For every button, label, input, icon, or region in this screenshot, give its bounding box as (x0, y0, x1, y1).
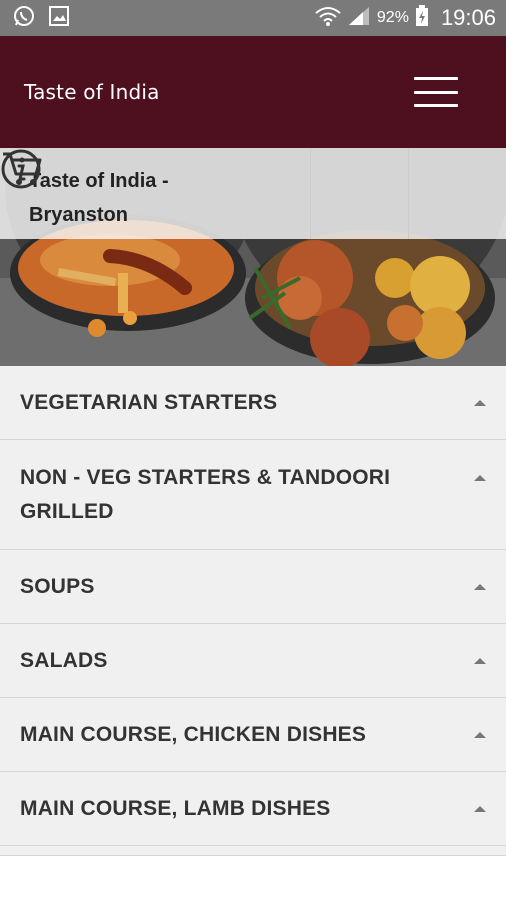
restaurant-name: Taste of India - Bryanston (0, 148, 310, 239)
hero-banner: Taste of India - Bryanston (0, 148, 506, 366)
category-vegetarian-starters[interactable]: VEGETARIAN STARTERS (0, 366, 506, 440)
category-label: SALADS (20, 648, 108, 672)
category-label: NON - VEG STARTERS & TANDOORI GRILLED (20, 465, 391, 523)
app-bar: Taste of India (0, 36, 506, 148)
category-label: MAIN COURSE, LAMB DISHES (20, 796, 331, 820)
category-salads[interactable]: SALADS (0, 624, 506, 698)
category-non-veg-starters[interactable]: NON - VEG STARTERS & TANDOORI GRILLED (0, 440, 506, 550)
wifi-icon (315, 5, 341, 32)
hamburger-menu-button[interactable] (414, 77, 458, 107)
category-label: MAIN COURSE, CHICKEN DISHES (20, 722, 367, 746)
collapse-arrow-icon (474, 399, 486, 406)
category-list: VEGETARIAN STARTERS NON - VEG STARTERS &… (0, 366, 506, 856)
signal-icon (347, 5, 371, 32)
cart-button[interactable] (3, 148, 506, 239)
category-main-course-chicken[interactable]: MAIN COURSE, CHICKEN DISHES (0, 698, 506, 772)
list-end-divider (0, 846, 506, 856)
gallery-icon (48, 5, 70, 32)
info-button[interactable] (1, 148, 408, 239)
collapse-arrow-icon (474, 583, 486, 590)
category-label: SOUPS (20, 574, 95, 598)
app-title: Taste of India (24, 80, 160, 104)
clock: 19:06 (440, 5, 496, 30)
collapse-arrow-icon (474, 731, 486, 738)
status-bar: 92% 19:06 (0, 0, 506, 36)
hamburger-line (414, 90, 458, 94)
category-soups[interactable]: SOUPS (0, 550, 506, 624)
whatsapp-icon (12, 4, 36, 33)
restaurant-name-line1: Taste of India - (29, 170, 169, 192)
collapse-arrow-icon (474, 475, 486, 481)
hamburger-line (414, 77, 458, 80)
restaurant-header: Taste of India - Bryanston (0, 148, 506, 239)
battery-percent: 92% (376, 9, 409, 26)
category-label: VEGETARIAN STARTERS (20, 390, 278, 414)
battery-charging-icon (415, 4, 429, 32)
category-main-course-lamb[interactable]: MAIN COURSE, LAMB DISHES (0, 772, 506, 846)
collapse-arrow-icon (474, 805, 486, 812)
hamburger-line (414, 104, 458, 107)
collapse-arrow-icon (474, 657, 486, 664)
restaurant-name-line2: Bryanston (29, 204, 128, 226)
